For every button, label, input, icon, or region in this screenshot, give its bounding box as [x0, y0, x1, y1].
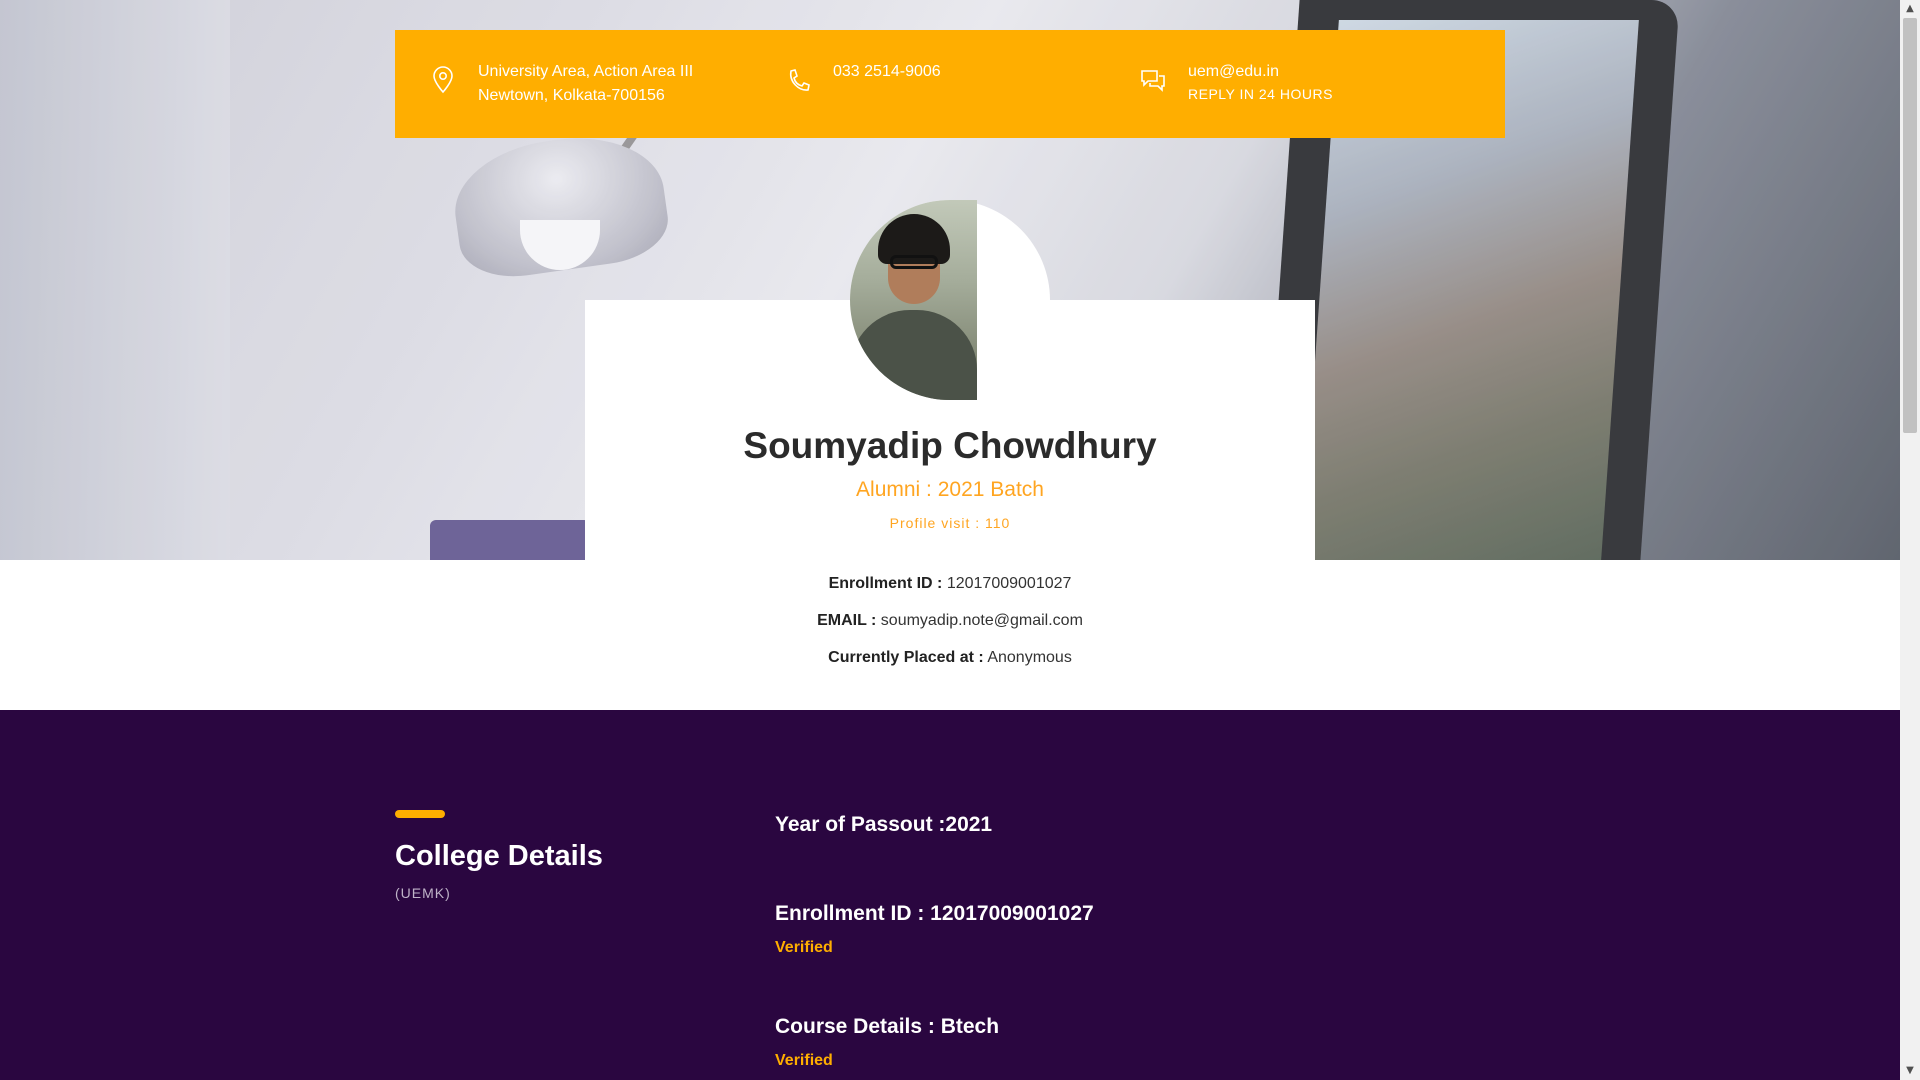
enrollment-verified-badge: Verified — [775, 939, 833, 956]
enrollment-info: Enrollment ID : 12017009001027 — [585, 575, 1315, 593]
section-accent-bar — [395, 810, 445, 818]
college-details-subtitle: (UEMK) — [395, 885, 451, 901]
scrollbar-thumb[interactable] — [1903, 18, 1917, 433]
email-value[interactable]: soumyadip.note@gmail.com — [881, 612, 1083, 629]
contact-email-address[interactable]: uem@edu.in — [1188, 60, 1333, 84]
chat-icon — [1140, 66, 1170, 96]
contact-phone: 033 2514-9006 — [785, 60, 941, 96]
avatar-glasses — [890, 255, 938, 269]
avatar-body — [850, 310, 977, 400]
map-pin-icon — [430, 66, 460, 96]
scroll-down-arrow-icon[interactable]: ▼ — [1904, 1065, 1916, 1077]
enrollment-value: 12017009001027 — [946, 575, 1072, 592]
enrollment-label: Enrollment ID : — [828, 575, 943, 592]
college-details-title: College Details — [395, 840, 603, 872]
email-label: EMAIL : — [817, 612, 877, 629]
email-info: EMAIL : soumyadip.note@gmail.com — [585, 612, 1315, 630]
college-enrollment-id: Enrollment ID : 12017009001027 — [775, 902, 1094, 925]
contact-bar: University Area, Action Area III Newtown… — [395, 30, 1505, 138]
profile-name: Soumyadip Chowdhury — [743, 425, 1157, 466]
phone-icon — [785, 66, 815, 96]
profile-visit-count: Profile visit : 110 — [889, 515, 1011, 531]
course-verified-badge: Verified — [775, 1052, 833, 1069]
profile-alumni-batch: Alumni : 2021 Batch — [856, 478, 1044, 501]
contact-email: uem@edu.in REPLY IN 24 HOURS — [1140, 60, 1333, 104]
address-line-1: University Area, Action Area III — [478, 63, 694, 80]
contact-address: University Area, Action Area III Newtown… — [430, 60, 693, 108]
contact-email-note: REPLY IN 24 HOURS — [1188, 86, 1333, 102]
year-of-passout: Year of Passout :2021 — [775, 813, 993, 836]
phone-number[interactable]: 033 2514-9006 — [833, 60, 941, 84]
scroll-up-arrow-icon[interactable]: ▲ — [1904, 3, 1916, 15]
address-line-2: Newtown, Kolkata-700156 — [478, 87, 665, 104]
placement-label: Currently Placed at : — [828, 649, 984, 666]
college-details-section: College Details (UEMK) Year of Passout :… — [0, 710, 1900, 1080]
placement-info: Currently Placed at : Anonymous — [585, 649, 1315, 667]
course-details: Course Details : Btech — [775, 1015, 1000, 1038]
placement-value: Anonymous — [987, 649, 1072, 666]
